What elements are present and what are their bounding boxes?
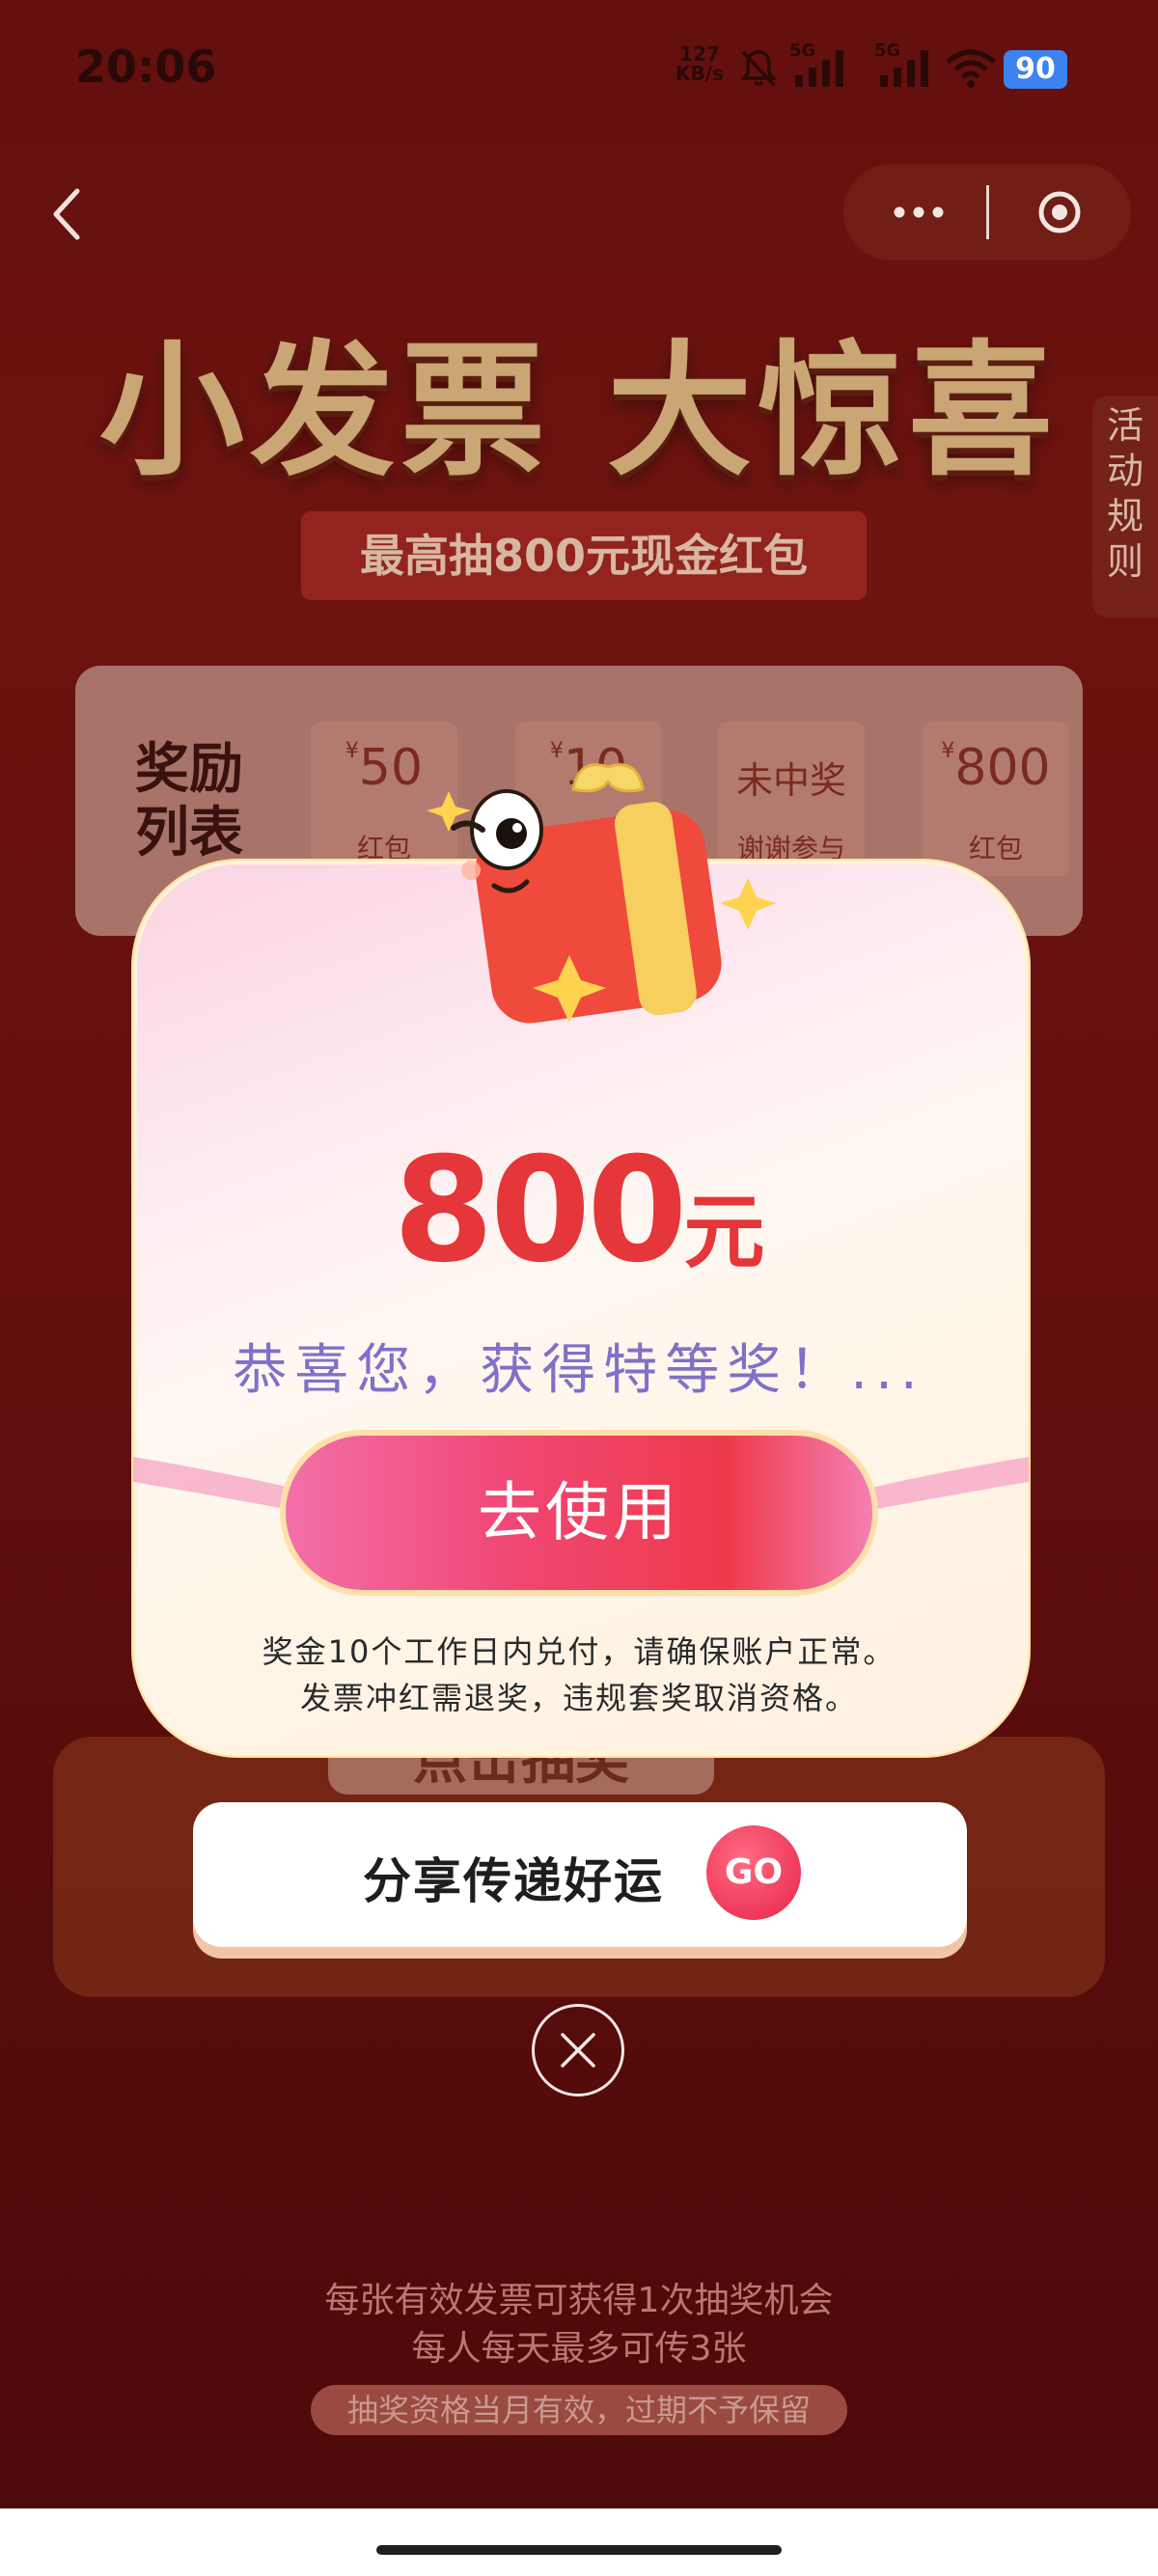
net-speed: 127 KB/s: [676, 44, 724, 83]
reward-item: ¥800 红包: [923, 722, 1069, 876]
note-line: 发票冲红需退奖，违规套奖取消资格。: [299, 1680, 858, 1716]
close-icon: [561, 2033, 595, 2068]
prize-amount-value: 800: [393, 1127, 687, 1295]
wifi-icon: [946, 49, 996, 88]
reward-amount: ¥800: [941, 739, 1051, 797]
validity-pill: 抽奖资格当月有效，过期不予保留: [311, 2385, 847, 2435]
rules-char: 规: [1106, 495, 1144, 537]
signal-2-label: 5G: [874, 41, 900, 61]
home-bar-area: [0, 2508, 1158, 2576]
rules-char: 活: [1106, 404, 1144, 447]
battery-indicator: 90: [1004, 50, 1067, 89]
rules-char: 则: [1106, 540, 1144, 583]
reward-label: 红包: [968, 833, 1023, 864]
prize-amount: 800元: [0, 1127, 1158, 1295]
capsule-divider: [986, 185, 989, 239]
net-speed-unit: KB/s: [676, 62, 724, 85]
share-label: 分享传递好运: [363, 1853, 664, 1909]
activity-rules-tab[interactable]: 活 动 规 则: [1092, 396, 1158, 617]
back-arrow-icon[interactable]: [48, 185, 87, 243]
signal-1-label: 5G: [789, 41, 815, 61]
info-line: 每张有效发票可获得1次抽奖机会: [324, 2281, 834, 2320]
bottom-info: 每张有效发票可获得1次抽奖机会 每人每天最多可传3张: [0, 2277, 1158, 2373]
rules-char: 动: [1106, 450, 1144, 492]
go-button[interactable]: GO: [706, 1825, 801, 1920]
home-indicator[interactable]: [376, 2545, 782, 2555]
signal-1-icon: 5G: [789, 41, 843, 87]
prize-amount-unit: 元: [683, 1185, 765, 1279]
prize-note: 奖金10个工作日内兑付，请确保账户正常。 发票冲红需退奖，违规套奖取消资格。: [0, 1629, 1158, 1721]
mute-bell-icon: [740, 50, 777, 87]
close-modal-button[interactable]: [532, 2004, 624, 2096]
congrats-message: 恭喜您，获得特等奖！...: [233, 1339, 925, 1402]
reward-list-title: 奖励 列表: [135, 738, 251, 865]
net-speed-value: 127: [679, 42, 720, 66]
hero-title: 小发票 大惊喜: [98, 328, 1060, 496]
gift-mascot-icon: [427, 763, 776, 1024]
status-bar: 20:06 127 KB/s 5G 5G 90: [0, 0, 1158, 135]
signal-2-icon: 5G: [874, 41, 928, 87]
status-time: 20:06: [75, 41, 217, 93]
more-dots-icon[interactable]: [890, 191, 948, 233]
close-circle-icon[interactable]: [1036, 189, 1083, 235]
info-line: 每人每天最多可传3张: [411, 2329, 747, 2369]
note-line: 奖金10个工作日内兑付，请确保账户正常。: [262, 1633, 896, 1670]
hero-subtitle: 最高抽800元现金红包: [301, 511, 867, 600]
use-button[interactable]: 去使用: [286, 1436, 872, 1590]
reward-title-line: 奖励: [135, 738, 243, 801]
reward-title-line: 列表: [135, 802, 243, 864]
mini-program-capsule: [843, 164, 1131, 260]
